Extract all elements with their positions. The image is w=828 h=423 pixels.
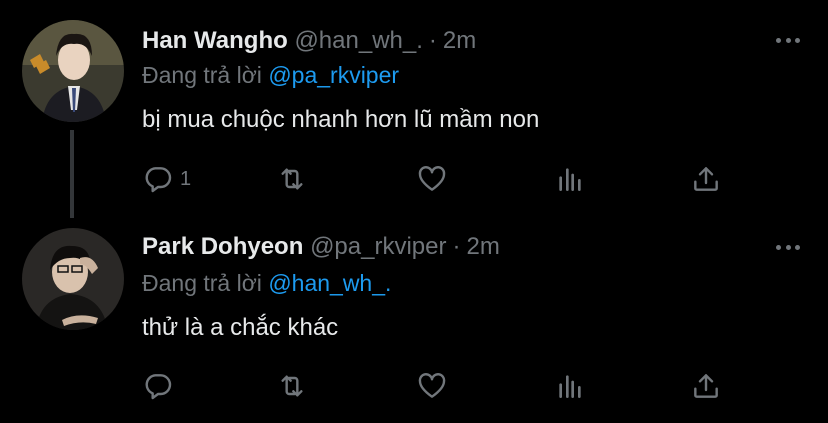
reply-button[interactable] (142, 370, 180, 402)
share-icon (694, 374, 718, 398)
tweet-text: thử là a chắc khác (142, 314, 339, 341)
timestamp[interactable]: 2m (466, 233, 499, 260)
user-handle[interactable]: @pa_rkviper (310, 233, 446, 260)
more-icon (776, 244, 781, 250)
heart-icon (418, 373, 446, 398)
analytics-icon (559, 375, 581, 398)
action-bar (142, 370, 742, 402)
like-button[interactable] (416, 370, 448, 402)
retweet-icon (281, 375, 303, 397)
separator-dot: · (452, 233, 461, 260)
tweet[interactable]: Park Dohyeon @pa_rkviper · 2m Đang trả lời… (0, 0, 828, 400)
more-button[interactable] (776, 237, 800, 257)
avatar[interactable] (22, 228, 124, 330)
reply-icon (145, 374, 172, 400)
tweet-header: Park Dohyeon @pa_rkviper · 2m (142, 233, 500, 261)
display-name[interactable]: Park Dohyeon (142, 233, 303, 260)
replying-to-label: Đang trả lời (142, 270, 262, 296)
retweet-button[interactable] (276, 370, 308, 402)
analytics-button[interactable] (554, 370, 586, 402)
replying-to: Đang trả lời @han_wh_. (142, 270, 391, 297)
mention-link[interactable]: @han_wh_. (268, 270, 391, 296)
share-button[interactable] (690, 370, 722, 402)
